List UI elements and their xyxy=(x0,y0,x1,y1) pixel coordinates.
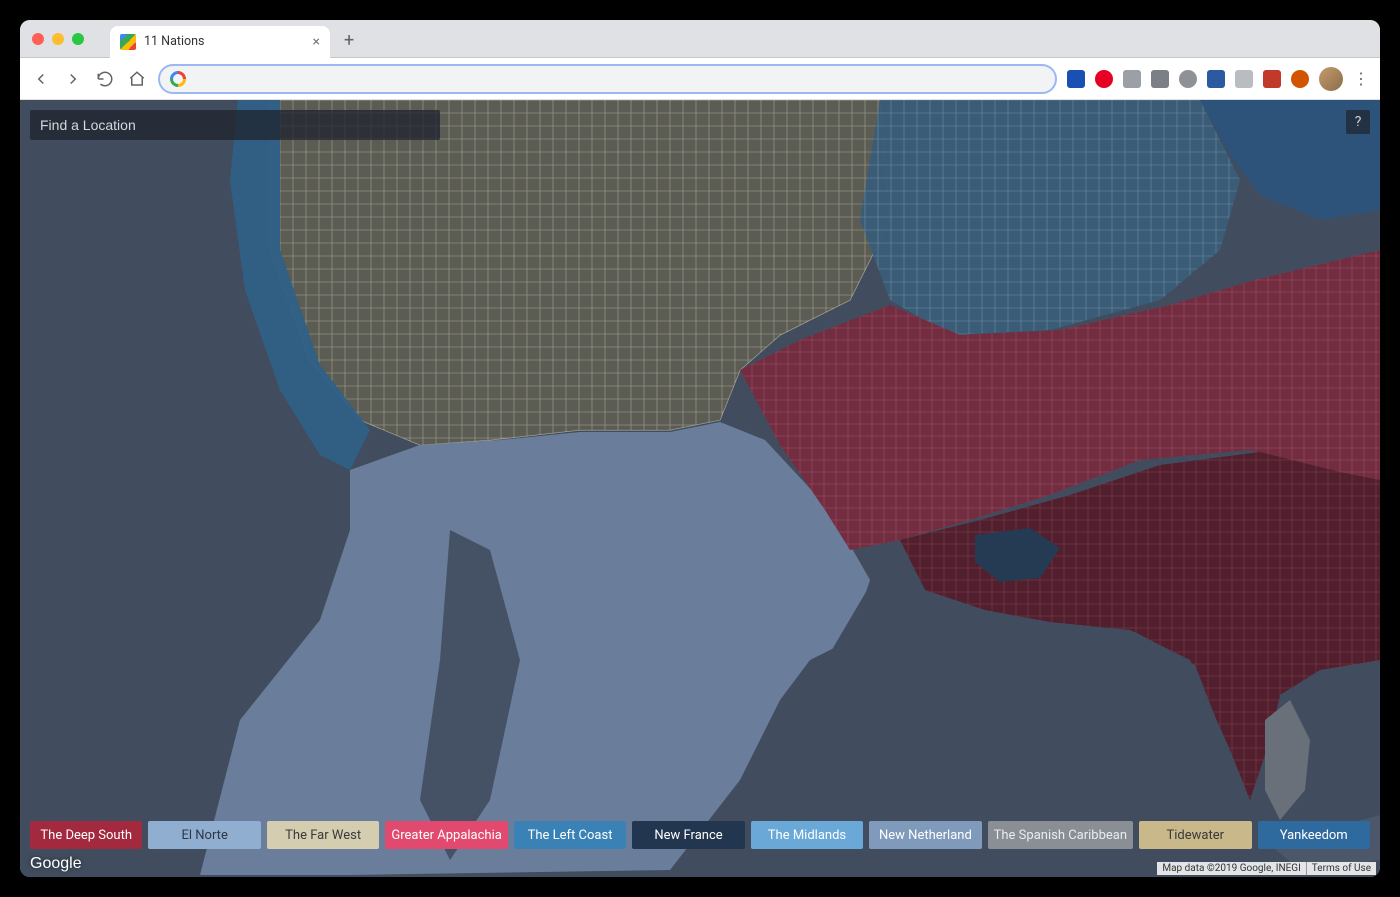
legend-item-label: Tidewater xyxy=(1167,828,1225,843)
legend-item[interactable]: The Left Coast xyxy=(514,821,626,849)
legend: The Deep South El Norte The Far West Greate… xyxy=(30,821,1370,849)
forward-button[interactable] xyxy=(62,68,84,90)
tab-title: 11 Nations xyxy=(144,34,204,49)
maximize-window-button[interactable] xyxy=(72,33,84,45)
legend-item[interactable]: The Midlands xyxy=(751,821,863,849)
location-search-input[interactable] xyxy=(40,117,430,133)
legend-item[interactable]: New Netherland xyxy=(869,821,981,849)
toolbar: ⋮ xyxy=(20,58,1380,100)
map-viewport[interactable]: ? The Deep South El Norte The Far West Grea… xyxy=(20,100,1380,877)
legend-item-label: The Midlands xyxy=(768,828,846,843)
legend-item-label: New Netherland xyxy=(879,828,972,843)
legend-item[interactable]: The Spanish Caribbean xyxy=(988,821,1133,849)
map-canvas[interactable] xyxy=(20,100,1380,877)
url-input[interactable] xyxy=(194,71,1045,87)
titlebar: 11 Nations × + xyxy=(20,20,1380,58)
extension-icon[interactable] xyxy=(1235,70,1253,88)
tab-favicon xyxy=(120,34,136,50)
close-window-button[interactable] xyxy=(32,33,44,45)
google-icon xyxy=(170,71,186,87)
back-button[interactable] xyxy=(30,68,52,90)
legend-item-label: The Deep South xyxy=(40,828,132,843)
location-search[interactable] xyxy=(30,110,440,140)
extension-icon[interactable] xyxy=(1207,70,1225,88)
new-tab-button[interactable]: + xyxy=(344,30,354,51)
window-controls xyxy=(32,33,84,45)
profile-avatar[interactable] xyxy=(1319,67,1343,91)
minimize-window-button[interactable] xyxy=(52,33,64,45)
legend-item-label: The Spanish Caribbean xyxy=(994,828,1127,843)
extensions-area xyxy=(1067,70,1309,88)
browser-window: 11 Nations × + xyxy=(20,20,1380,877)
extension-icon[interactable] xyxy=(1095,70,1113,88)
attribution-data: Map data ©2019 Google, INEGI xyxy=(1157,862,1305,875)
legend-item-label: New France xyxy=(654,828,722,843)
legend-item[interactable]: El Norte xyxy=(148,821,260,849)
legend-item[interactable]: The Far West xyxy=(267,821,379,849)
legend-item[interactable]: The Deep South xyxy=(30,821,142,849)
legend-item-label: The Left Coast xyxy=(528,828,613,843)
legend-item-label: Yankeedom xyxy=(1280,828,1348,843)
extension-icon[interactable] xyxy=(1263,70,1281,88)
extension-icon[interactable] xyxy=(1179,70,1197,88)
reload-button[interactable] xyxy=(94,68,116,90)
legend-item-label: The Far West xyxy=(285,828,361,843)
extension-icon[interactable] xyxy=(1151,70,1169,88)
legend-item[interactable]: New France xyxy=(632,821,744,849)
legend-item[interactable]: Yankeedom xyxy=(1258,821,1370,849)
browser-tab[interactable]: 11 Nations × xyxy=(110,26,330,58)
legend-item-label: Greater Appalachia xyxy=(391,828,501,843)
legend-item[interactable]: Tidewater xyxy=(1139,821,1251,849)
extension-icon[interactable] xyxy=(1067,70,1085,88)
extension-icon[interactable] xyxy=(1123,70,1141,88)
legend-item-label: El Norte xyxy=(182,828,228,843)
home-button[interactable] xyxy=(126,68,148,90)
help-button[interactable]: ? xyxy=(1346,110,1370,134)
close-tab-button[interactable]: × xyxy=(313,34,320,50)
extension-icon[interactable] xyxy=(1291,70,1309,88)
terms-link[interactable]: Terms of Use xyxy=(1306,862,1376,875)
map-attribution: Map data ©2019 Google, INEGI Terms of Us… xyxy=(1157,862,1376,875)
address-bar[interactable] xyxy=(158,64,1057,94)
google-logo: Google xyxy=(30,855,82,873)
legend-item[interactable]: Greater Appalachia xyxy=(385,821,507,849)
browser-menu-button[interactable]: ⋮ xyxy=(1353,69,1370,88)
help-icon: ? xyxy=(1355,114,1362,130)
